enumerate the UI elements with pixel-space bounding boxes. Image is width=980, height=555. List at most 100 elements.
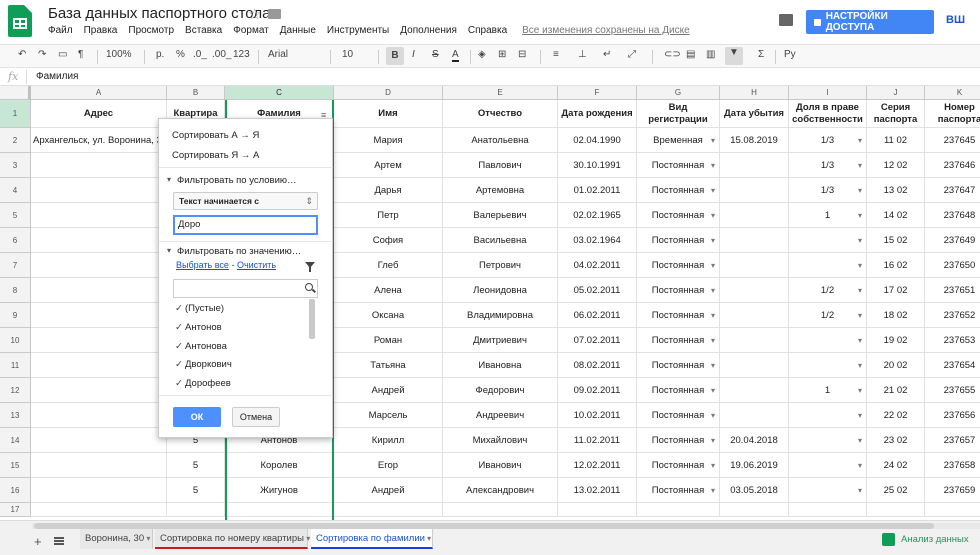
- column-header[interactable]: D: [334, 86, 443, 100]
- table-cell[interactable]: Постоянная: [637, 428, 720, 453]
- table-cell[interactable]: Постоянная: [637, 378, 720, 403]
- table-cell[interactable]: [789, 228, 867, 253]
- table-cell[interactable]: 14 02: [867, 203, 925, 228]
- table-cell[interactable]: 18 02: [867, 303, 925, 328]
- table-cell[interactable]: Дмитриевич: [443, 328, 558, 353]
- table-cell[interactable]: Андрей: [334, 378, 443, 403]
- header-cell[interactable]: Дата рождения: [558, 100, 637, 128]
- value-item[interactable]: Дорофеев: [175, 378, 231, 389]
- header-cell[interactable]: Серия паспорта: [867, 100, 925, 128]
- table-cell[interactable]: 08.02.2011: [558, 353, 637, 378]
- account-avatar[interactable]: ВШ: [946, 14, 965, 26]
- table-cell[interactable]: 237648: [925, 203, 980, 228]
- menu-edit[interactable]: Правка: [84, 25, 118, 36]
- table-cell[interactable]: [720, 153, 789, 178]
- header-cell[interactable]: Дата убытия: [720, 100, 789, 128]
- column-header[interactable]: E: [443, 86, 558, 100]
- table-cell[interactable]: Ивановна: [443, 353, 558, 378]
- table-cell[interactable]: [31, 403, 167, 428]
- header-cell[interactable]: Отчество: [443, 100, 558, 128]
- table-cell[interactable]: Постоянная: [637, 353, 720, 378]
- table-cell[interactable]: [31, 278, 167, 303]
- table-cell[interactable]: Валерьевич: [443, 203, 558, 228]
- table-cell[interactable]: Дарья: [334, 178, 443, 203]
- header-cell[interactable]: Вид регистрации: [637, 100, 720, 128]
- sheet-tab-sort-apartment[interactable]: Сортировка по номеру квартиры: [155, 529, 308, 549]
- table-cell[interactable]: 1: [789, 203, 867, 228]
- all-sheets-icon[interactable]: [54, 537, 64, 545]
- increase-decimal-button[interactable]: .00_: [212, 49, 231, 60]
- sheets-logo-icon[interactable]: [8, 5, 32, 37]
- column-header[interactable]: J: [867, 86, 925, 100]
- table-cell[interactable]: 05.02.2011: [558, 278, 637, 303]
- table-cell[interactable]: [867, 503, 925, 517]
- row-header[interactable]: 15: [0, 453, 31, 478]
- table-cell[interactable]: [31, 353, 167, 378]
- table-cell[interactable]: [720, 353, 789, 378]
- more-formats-button[interactable]: 123: [233, 49, 250, 60]
- table-cell[interactable]: 13.02.2011: [558, 478, 637, 503]
- table-cell[interactable]: 01.02.2011: [558, 178, 637, 203]
- table-cell[interactable]: [443, 503, 558, 517]
- table-cell[interactable]: [31, 303, 167, 328]
- table-cell[interactable]: 237651: [925, 278, 980, 303]
- table-cell[interactable]: 237647: [925, 178, 980, 203]
- table-cell[interactable]: [789, 478, 867, 503]
- table-cell[interactable]: [31, 328, 167, 353]
- table-cell[interactable]: 12.02.2011: [558, 453, 637, 478]
- row-header[interactable]: 3: [0, 153, 31, 178]
- table-cell[interactable]: 19 02: [867, 328, 925, 353]
- table-cell[interactable]: 23 02: [867, 428, 925, 453]
- table-cell[interactable]: Павлович: [443, 153, 558, 178]
- column-header[interactable]: G: [637, 86, 720, 100]
- table-cell[interactable]: [31, 478, 167, 503]
- fill-color-icon[interactable]: ◈: [478, 49, 486, 60]
- value-item[interactable]: Дворкович: [175, 359, 232, 370]
- table-cell[interactable]: 07.02.2011: [558, 328, 637, 353]
- table-cell[interactable]: 24 02: [867, 453, 925, 478]
- table-cell[interactable]: Роман: [334, 328, 443, 353]
- table-cell[interactable]: Артемовна: [443, 178, 558, 203]
- undo-icon[interactable]: ↶: [18, 49, 26, 60]
- table-cell[interactable]: [720, 203, 789, 228]
- borders-icon[interactable]: ⊞: [498, 49, 506, 60]
- filter-by-condition-toggle[interactable]: Фильтровать по условию…: [167, 175, 296, 186]
- table-cell[interactable]: Марсель: [334, 403, 443, 428]
- table-cell[interactable]: 237655: [925, 378, 980, 403]
- menu-view[interactable]: Просмотр: [128, 25, 174, 36]
- table-cell[interactable]: [720, 303, 789, 328]
- table-cell[interactable]: 5: [167, 453, 225, 478]
- table-cell[interactable]: Александрович: [443, 478, 558, 503]
- header-cell[interactable]: Доля в праве собственности: [789, 100, 867, 128]
- row-header[interactable]: 17: [0, 503, 31, 517]
- column-header[interactable]: A: [31, 86, 167, 100]
- table-cell[interactable]: 22 02: [867, 403, 925, 428]
- table-cell[interactable]: 1/3: [789, 128, 867, 153]
- table-cell[interactable]: Постоянная: [637, 153, 720, 178]
- menu-help[interactable]: Справка: [468, 25, 507, 36]
- table-cell[interactable]: 10.02.2011: [558, 403, 637, 428]
- table-cell[interactable]: [31, 253, 167, 278]
- table-cell[interactable]: Артем: [334, 153, 443, 178]
- table-cell[interactable]: 17 02: [867, 278, 925, 303]
- table-cell[interactable]: София: [334, 228, 443, 253]
- table-cell[interactable]: Архангельск, ул. Воронина, 30: [31, 128, 167, 153]
- table-cell[interactable]: [720, 253, 789, 278]
- value-item[interactable]: Антонова: [175, 341, 227, 352]
- value-list-scrollbar[interactable]: [309, 299, 315, 339]
- table-cell[interactable]: Федорович: [443, 378, 558, 403]
- table-cell[interactable]: 03.02.1964: [558, 228, 637, 253]
- table-cell[interactable]: Андреевич: [443, 403, 558, 428]
- merge-cells-icon[interactable]: ⊟: [518, 49, 526, 60]
- table-cell[interactable]: [720, 328, 789, 353]
- table-cell[interactable]: 237645: [925, 128, 980, 153]
- align-vertical-icon[interactable]: ⊥: [578, 49, 587, 60]
- table-cell[interactable]: 06.02.2011: [558, 303, 637, 328]
- table-cell[interactable]: [789, 253, 867, 278]
- table-cell[interactable]: 1: [789, 378, 867, 403]
- redo-icon[interactable]: ↷: [38, 49, 46, 60]
- insert-comment-icon[interactable]: ▤: [686, 49, 695, 60]
- table-cell[interactable]: [720, 378, 789, 403]
- table-cell[interactable]: 11.02.2011: [558, 428, 637, 453]
- table-cell[interactable]: [789, 328, 867, 353]
